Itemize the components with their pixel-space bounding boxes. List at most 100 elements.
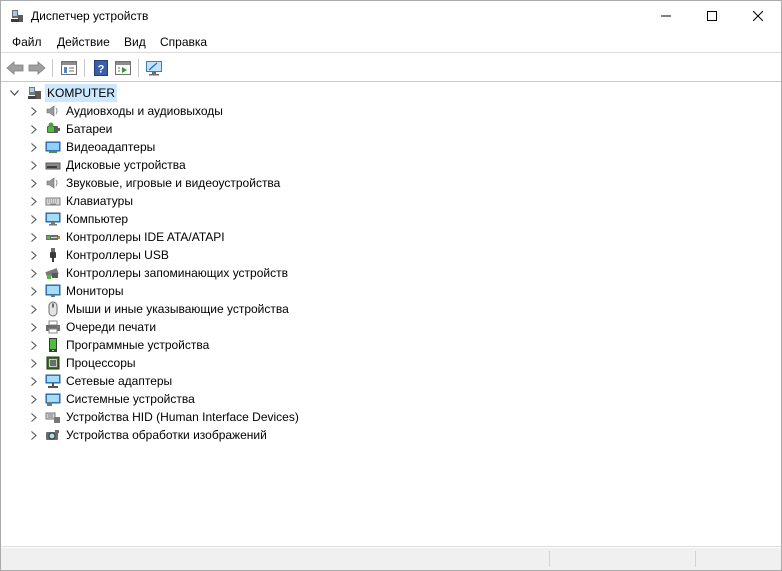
expand-chevron-icon[interactable]: [29, 264, 39, 282]
tree-category-item[interactable]: Мыши и иные указывающие устройства: [1, 300, 401, 318]
processor-icon: [46, 356, 60, 370]
tree-category-item[interactable]: Клавиатуры: [1, 192, 401, 210]
toolbar-separator: [84, 59, 85, 77]
tree-category-item[interactable]: Процессоры: [1, 354, 401, 372]
window-title: Диспетчер устройств: [31, 9, 149, 23]
software-device-icon: [49, 338, 57, 352]
toolbar-separator: [52, 59, 53, 77]
hid-icon: [45, 412, 60, 423]
tree-category-label: Процессоры: [66, 356, 136, 370]
expand-chevron-icon[interactable]: [29, 210, 39, 228]
tree-category-item[interactable]: Программные устройства: [1, 336, 401, 354]
back-button[interactable]: [4, 57, 26, 79]
expand-chevron-icon[interactable]: [29, 300, 39, 318]
minimize-button[interactable]: [643, 1, 689, 31]
tree-category-label: Компьютер: [66, 212, 129, 226]
collapse-chevron-icon[interactable]: [9, 84, 19, 102]
tree-category-item[interactable]: Компьютер: [1, 210, 401, 228]
tree-category-item[interactable]: Очереди печати: [1, 318, 401, 336]
menu-file[interactable]: Файл: [12, 35, 42, 49]
status-cell: [549, 551, 695, 567]
tree-category-item[interactable]: Звуковые, игровые и видеоустройства: [1, 174, 401, 192]
tree-category-item[interactable]: Мониторы: [1, 282, 401, 300]
usb-icon: [50, 248, 56, 262]
expand-chevron-icon[interactable]: [29, 120, 39, 138]
svg-text:?: ?: [98, 64, 105, 76]
tree-category-label: Дисковые устройства: [66, 158, 186, 172]
expand-chevron-icon[interactable]: [29, 390, 39, 408]
tree-category-item[interactable]: Видеоадаптеры: [1, 138, 401, 156]
tree-category-item[interactable]: Контроллеры USB: [1, 246, 401, 264]
tree-category-item[interactable]: Батареи: [1, 120, 401, 138]
expand-chevron-icon[interactable]: [29, 138, 39, 156]
forward-button[interactable]: [26, 57, 48, 79]
display-adapter-icon: [45, 141, 61, 153]
mouse-icon: [48, 301, 58, 317]
printer-icon: [46, 320, 60, 334]
tree-category-item[interactable]: Дисковые устройства: [1, 156, 401, 174]
menu-bar: Файл Действие Вид Справка: [1, 31, 781, 53]
disk-drive-icon: [45, 162, 61, 170]
monitor-scan-icon: [146, 61, 162, 76]
minimize-icon: [661, 15, 671, 17]
tree-category-item[interactable]: Контроллеры IDE ATA/ATAPI: [1, 228, 401, 246]
menu-action[interactable]: Действие: [57, 35, 110, 49]
tree-category-item[interactable]: Контроллеры запоминающих устройств: [1, 264, 401, 282]
tree-category-label: Мыши и иные указывающие устройства: [66, 302, 289, 316]
expand-chevron-icon[interactable]: [29, 318, 39, 336]
close-icon: [753, 11, 763, 21]
tree-category-label: Клавиатуры: [66, 194, 133, 208]
tree-category-item[interactable]: Устройства HID (Human Interface Devices): [1, 408, 401, 426]
properties-icon: [61, 61, 77, 75]
scan-hardware-button[interactable]: [143, 57, 165, 79]
network-adapter-icon: [45, 374, 61, 388]
expand-chevron-icon[interactable]: [29, 372, 39, 390]
maximize-button[interactable]: [689, 1, 735, 31]
tree-category-label: Сетевые адаптеры: [66, 374, 173, 388]
storage-controller-icon: [45, 268, 59, 279]
expand-chevron-icon[interactable]: [29, 408, 39, 426]
properties-button[interactable]: [58, 57, 80, 79]
close-button[interactable]: [735, 1, 781, 31]
tree-category-label: Звуковые, игровые и видеоустройства: [66, 176, 281, 190]
help-button[interactable]: ?: [90, 57, 112, 79]
expand-chevron-icon[interactable]: [29, 156, 39, 174]
expand-chevron-icon[interactable]: [29, 174, 39, 192]
tree-category-item[interactable]: Устройства обработки изображений: [1, 426, 401, 444]
title-bar[interactable]: Диспетчер устройств: [1, 1, 781, 31]
battery-icon: [47, 122, 60, 133]
tree-category-item[interactable]: Системные устройства: [1, 390, 401, 408]
tree-category-item[interactable]: Сетевые адаптеры: [1, 372, 401, 390]
tree-root[interactable]: KOMPUTER: [1, 84, 201, 102]
toolbar: ?: [1, 54, 781, 82]
tree-category-label: Контроллеры запоминающих устройств: [66, 266, 288, 280]
expand-chevron-icon[interactable]: [29, 192, 39, 210]
system-device-icon: [45, 393, 61, 406]
forward-arrow-icon: [28, 61, 46, 75]
expand-chevron-icon[interactable]: [29, 102, 39, 120]
status-bar: [1, 548, 781, 570]
run-button[interactable]: [112, 57, 134, 79]
expand-chevron-icon[interactable]: [29, 426, 39, 444]
expand-chevron-icon[interactable]: [29, 354, 39, 372]
run-icon: [115, 61, 131, 75]
expand-chevron-icon[interactable]: [29, 228, 39, 246]
tree-category-label: Устройства обработки изображений: [66, 428, 267, 442]
tree-category-label: Видеоадаптеры: [66, 140, 156, 154]
menu-view[interactable]: Вид: [124, 35, 146, 49]
tree-category-label: Очереди печати: [66, 320, 157, 334]
toolbar-separator: [138, 59, 139, 77]
tree-category-label: Контроллеры USB: [66, 248, 169, 262]
expand-chevron-icon[interactable]: [29, 282, 39, 300]
menu-help[interactable]: Справка: [160, 35, 207, 49]
expand-chevron-icon[interactable]: [29, 336, 39, 354]
device-tree[interactable]: KOMPUTER Аудиовходы и аудиовыходы Батареи…: [1, 83, 781, 547]
tree-category-label: Мониторы: [66, 284, 124, 298]
status-cell: [695, 551, 781, 567]
help-icon: ?: [94, 60, 108, 76]
tree-category-label: Устройства HID (Human Interface Devices): [66, 410, 299, 424]
tree-category-item[interactable]: Аудиовходы и аудиовыходы: [1, 102, 401, 120]
expand-chevron-icon[interactable]: [29, 246, 39, 264]
tree-category-label: Аудиовходы и аудиовыходы: [66, 104, 223, 118]
keyboard-icon: [45, 197, 61, 206]
